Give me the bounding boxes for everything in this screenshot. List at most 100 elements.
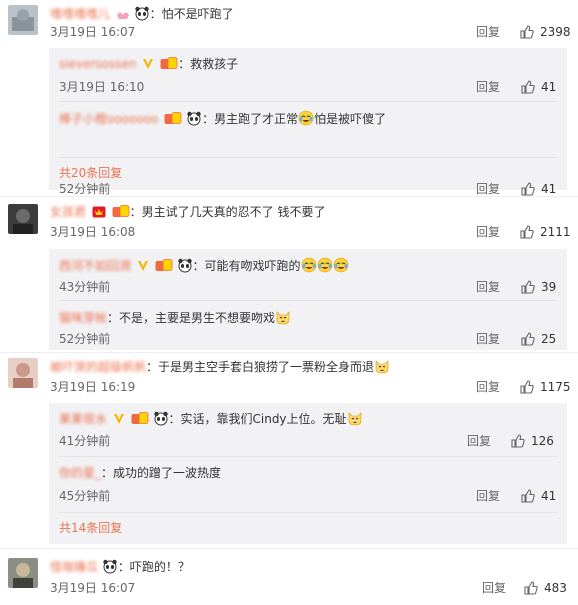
- comment-time: 3月19日 16:19: [50, 380, 136, 394]
- reply-time: 41分钟前: [59, 434, 111, 448]
- cat-emoji-icon: [347, 410, 363, 426]
- like-button[interactable]: 25: [521, 331, 556, 347]
- username-link[interactable]: 棒子小橙ooooooo: [59, 112, 158, 126]
- username-link[interactable]: 西河不如回溯: [59, 259, 131, 273]
- avatar[interactable]: [8, 358, 38, 388]
- cat-emoji-icon: [275, 309, 291, 325]
- verified-v-icon: [142, 58, 154, 74]
- reply-button[interactable]: 回复: [476, 79, 500, 95]
- like-button[interactable]: 39: [521, 279, 556, 295]
- divider: [59, 300, 557, 301]
- divider: [0, 196, 578, 197]
- like-count: 25: [541, 332, 557, 346]
- avatar[interactable]: [8, 204, 38, 234]
- username-link[interactable]: 被吓哭的超级帆帆: [50, 360, 146, 374]
- reply-button[interactable]: 回复: [476, 331, 500, 347]
- reply-text: 怕是被吓傻了: [314, 112, 387, 126]
- divider: [59, 157, 557, 158]
- more-replies-link[interactable]: 共14条回复: [59, 520, 122, 536]
- username-link[interactable]: 女孩君: [50, 205, 86, 219]
- laugh-cry-emoji-icon: [333, 257, 349, 273]
- like-button[interactable]: 41: [521, 181, 556, 197]
- verified-v-icon: [137, 260, 149, 276]
- like-count: 39: [541, 280, 557, 294]
- like-count: 2398: [540, 25, 571, 39]
- reply-time: 52分钟前: [59, 332, 111, 346]
- reply-box: 果果很水 ：实话，靠我们Cindy上位。无耻 41分钟前 回复 126 你的星_…: [49, 403, 567, 544]
- reply-text: ：可能有吻戏吓跑的: [192, 259, 301, 273]
- thumbs-up-icon: [521, 489, 535, 503]
- like-count: 41: [541, 80, 557, 94]
- divider: [59, 456, 557, 457]
- thumbs-up-icon: [524, 581, 538, 595]
- reply-button[interactable]: 回复: [476, 24, 500, 40]
- username-link[interactable]: sieversossen: [59, 57, 136, 71]
- avatar[interactable]: [8, 558, 38, 588]
- verified-v-icon: [113, 413, 125, 429]
- reply-box: 西河不如回溯 ：可能有吻戏吓跑的 43分钟前 回复 39 猫咪芽帐：不是，主要是…: [49, 249, 567, 350]
- comment-time: 3月19日 16:08: [50, 225, 136, 239]
- like-button[interactable]: 1175: [520, 379, 571, 395]
- thumbs-up-icon: [520, 225, 534, 239]
- level-badge-icon: [155, 259, 173, 276]
- vip-icon: [116, 8, 130, 24]
- like-count: 2111: [540, 225, 571, 239]
- like-button[interactable]: 2111: [520, 224, 571, 240]
- panda-icon: [102, 558, 118, 574]
- reply-time: 52分钟前: [59, 182, 111, 196]
- reply-text: ：实话，靠我们Cindy上位。无耻: [168, 412, 347, 426]
- panda-icon: [186, 110, 202, 126]
- reply-time: 43分钟前: [59, 280, 111, 294]
- like-button[interactable]: 126: [511, 433, 554, 449]
- cat-emoji-icon: [374, 358, 390, 374]
- reply-box: sieversossen ：救救孩子 3月19日 16:10 回复 41 棒子小…: [49, 48, 567, 196]
- panda-icon: [153, 410, 169, 426]
- laugh-cry-emoji-icon: [317, 257, 333, 273]
- level-badge-icon: [112, 205, 130, 222]
- thumbs-up-icon: [511, 434, 525, 448]
- reply-button[interactable]: 回复: [476, 181, 500, 197]
- panda-icon: [134, 5, 150, 21]
- username-link[interactable]: 猫咪芽帐: [59, 311, 107, 325]
- username-link[interactable]: 怪咖锤瓜: [50, 560, 98, 574]
- reply-button[interactable]: 回复: [476, 379, 500, 395]
- reply-time: 45分钟前: [59, 489, 111, 503]
- like-count: 41: [541, 182, 557, 196]
- reply-button[interactable]: 回复: [476, 279, 500, 295]
- like-count: 126: [531, 434, 554, 448]
- username-link[interactable]: 嗜嗜嗜嗜儿: [50, 7, 110, 21]
- reply-time: 3月19日 16:10: [59, 80, 145, 94]
- divider: [59, 512, 557, 513]
- thumbs-up-icon: [520, 25, 534, 39]
- reply-text: ：不是，主要是男生不想要吻戏: [107, 311, 276, 325]
- level-badge-icon: [131, 412, 149, 429]
- avatar[interactable]: [8, 5, 38, 35]
- username-link[interactable]: 你的星_: [59, 466, 101, 480]
- reply-button[interactable]: 回复: [476, 488, 500, 504]
- thumbs-up-icon: [521, 332, 535, 346]
- divider: [59, 101, 557, 102]
- like-button[interactable]: 483: [524, 580, 567, 596]
- thumbs-up-icon: [521, 182, 535, 196]
- laugh-cry-emoji-icon: [301, 257, 317, 273]
- like-count: 41: [541, 489, 557, 503]
- reply-text: ：男主跑了才正常: [202, 112, 299, 126]
- comment-text: ：怕不是吓跑了: [149, 7, 234, 21]
- reply-button[interactable]: 回复: [476, 224, 500, 240]
- comment-time: 3月19日 16:07: [50, 581, 136, 595]
- username-link[interactable]: 果果很水: [59, 412, 107, 426]
- comment-text: ：吓跑的！？: [117, 560, 190, 574]
- thumbs-up-icon: [521, 280, 535, 294]
- reply-button[interactable]: 回复: [482, 580, 506, 596]
- more-replies-link[interactable]: 共20条回复: [59, 165, 122, 181]
- like-button[interactable]: 41: [521, 488, 556, 504]
- like-button[interactable]: 2398: [520, 24, 571, 40]
- like-button[interactable]: 41: [521, 79, 556, 95]
- reply-button[interactable]: 回复: [467, 433, 491, 449]
- panda-icon: [177, 257, 193, 273]
- like-count: 483: [544, 581, 567, 595]
- like-count: 1175: [540, 380, 571, 394]
- level-badge-icon: [164, 112, 182, 129]
- thumbs-up-icon: [521, 80, 535, 94]
- reply-text: ：成功的蹭了一波热度: [101, 466, 222, 480]
